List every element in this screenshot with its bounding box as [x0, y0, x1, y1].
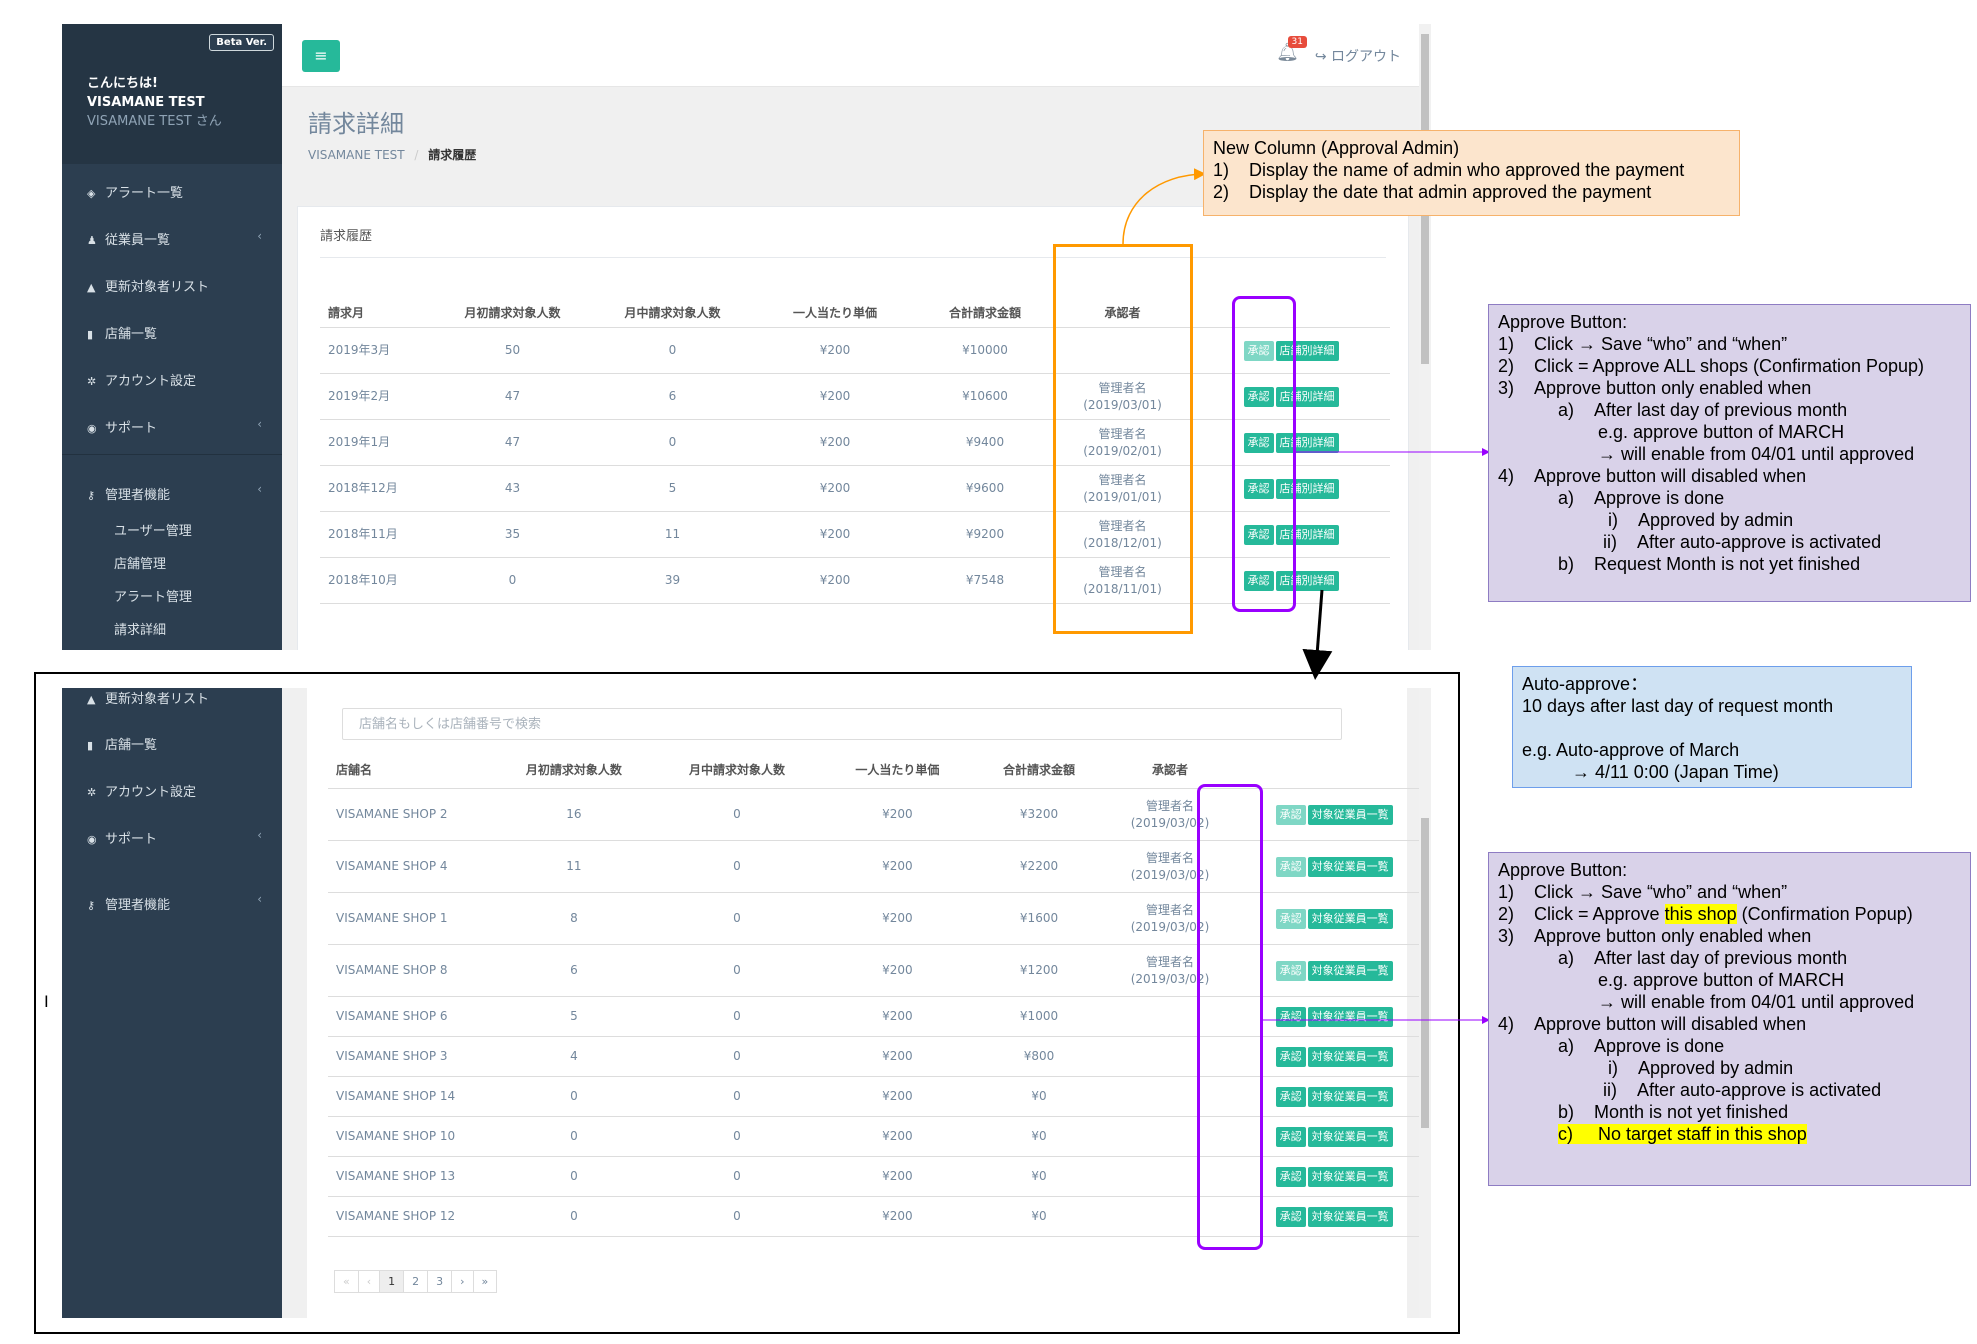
note-auto-approve: Auto-approve： 10 days after last day of … [1512, 666, 1912, 788]
orange-arrow [1122, 168, 1206, 245]
note-approve-shop: Approve Button: 1) Click → Save “who” an… [1488, 852, 1971, 1186]
highlight-no-target-staff: c) No target staff in this shop [1558, 1124, 1807, 1144]
highlight-this-shop: this shop [1664, 904, 1737, 924]
note-new-column: New Column (Approval Admin) 1) Display t… [1203, 130, 1740, 216]
note-approve-month: Approve Button: 1) Click → Save “who” an… [1488, 304, 1971, 602]
black-arrow [1302, 589, 1333, 680]
